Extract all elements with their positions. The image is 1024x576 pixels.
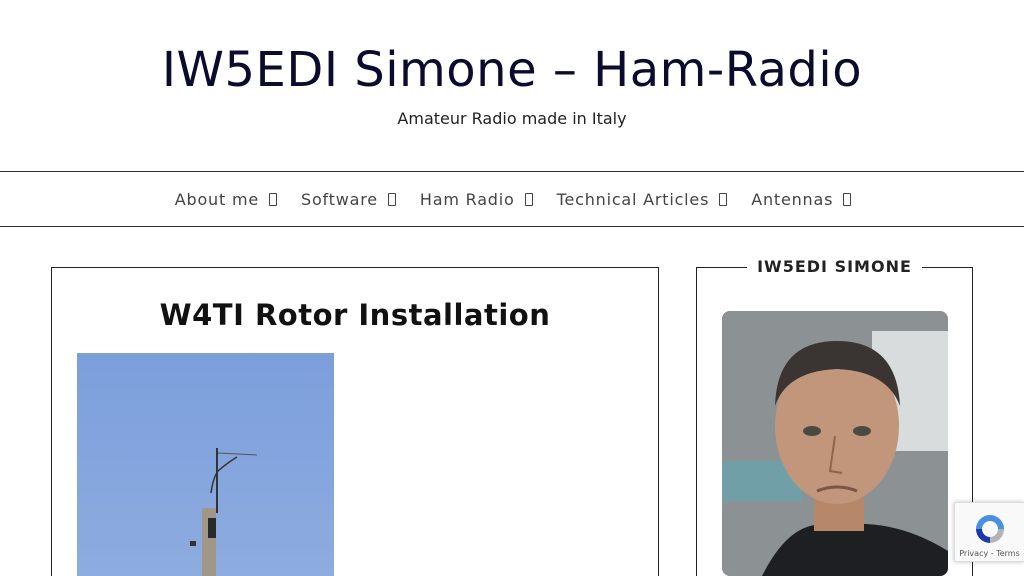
- sidebar-widget: IW5EDI SIMONE: [696, 257, 973, 576]
- nav-item-label: Software: [300, 189, 378, 209]
- site-header: IW5EDI Simone – Ham-Radio Amateur Radio …: [0, 0, 1024, 171]
- chevron-down-icon: [268, 192, 277, 206]
- nav-item-label: About me: [174, 189, 259, 209]
- nav-item-antennas[interactable]: Antennas: [738, 190, 862, 209]
- main-navigation: About me Software Ham Radio Technical Ar…: [0, 171, 1024, 227]
- profile-portrait: [722, 311, 948, 576]
- profile-photo: [722, 311, 948, 576]
- recaptcha-icon: [976, 515, 1004, 543]
- terms-link[interactable]: Terms: [996, 549, 1020, 558]
- sidebar-title: IW5EDI SIMONE: [747, 257, 922, 276]
- nav-item-about-me[interactable]: About me: [162, 190, 288, 209]
- post-title[interactable]: W4TI Rotor Installation: [52, 298, 658, 332]
- chevron-down-icon: [719, 192, 728, 206]
- post-card: W4TI Rotor Installation: [51, 267, 659, 576]
- nav-item-label: Antennas: [751, 189, 834, 209]
- recaptcha-badge[interactable]: Privacy - Terms: [954, 502, 1024, 562]
- site-tagline: Amateur Radio made in Italy: [397, 109, 627, 128]
- nav-item-ham-radio[interactable]: Ham Radio: [407, 190, 544, 209]
- nav-item-technical-articles[interactable]: Technical Articles: [544, 190, 739, 209]
- chevron-down-icon: [387, 192, 396, 206]
- link-separator: -: [990, 549, 994, 558]
- chevron-down-icon: [843, 192, 852, 206]
- chevron-down-icon: [524, 192, 533, 206]
- nav-item-software[interactable]: Software: [288, 190, 407, 209]
- site-title[interactable]: IW5EDI Simone – Ham-Radio: [0, 42, 1024, 98]
- nav-item-label: Ham Radio: [419, 189, 515, 209]
- antenna-mast-illustration: [190, 448, 258, 576]
- recaptcha-links: Privacy - Terms: [955, 549, 1024, 558]
- privacy-link[interactable]: Privacy: [959, 549, 988, 558]
- nav-item-label: Technical Articles: [556, 189, 710, 209]
- antenna-mast-photo[interactable]: [77, 353, 334, 576]
